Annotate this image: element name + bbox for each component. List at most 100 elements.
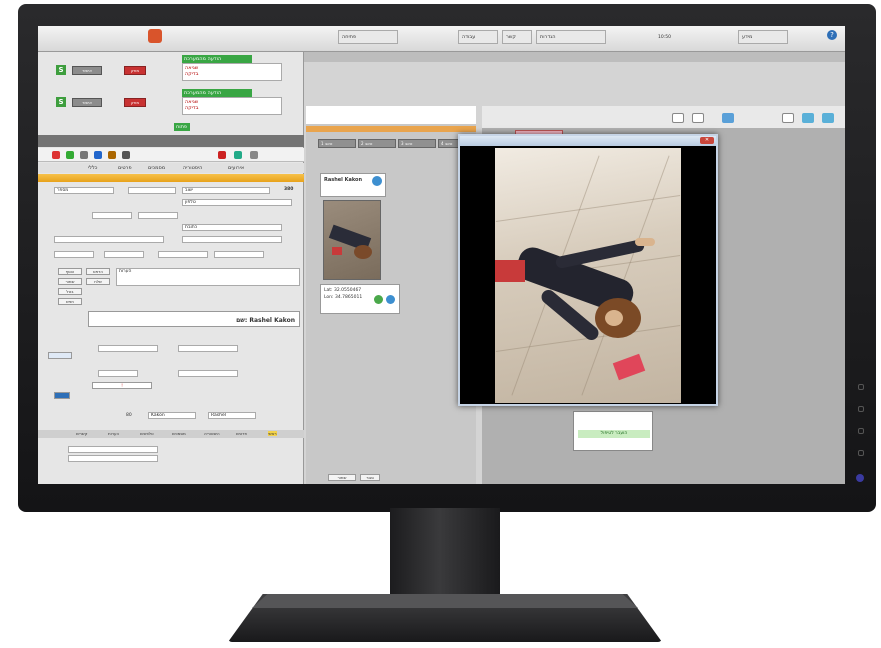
field-lower-4[interactable] [98,370,138,377]
field-lower-3[interactable] [178,370,238,377]
top-tab-2[interactable]: עבודה [458,30,498,44]
app-logo-icon[interactable] [148,29,162,43]
field-street[interactable] [128,187,176,194]
tab-general[interactable]: כללי [88,165,97,171]
folder-icon[interactable] [108,151,116,159]
phone-icon[interactable] [372,176,382,186]
field-row-c[interactable] [158,251,208,258]
tab-details[interactable]: פרטים [118,165,132,171]
monitor-up-button[interactable] [858,406,864,412]
contact-card-name: Rashel Kakon [324,177,363,183]
tab-documents[interactable]: מסמכים [148,165,165,171]
clock-label: 10:50 [658,35,671,40]
action-button-2[interactable]: שמור [58,278,82,285]
action-button-6[interactable]: שלח [86,278,110,285]
map-pin-icon[interactable] [386,295,395,304]
top-tab-5[interactable]: מידע [738,30,788,44]
map-view-icon[interactable] [722,113,734,123]
help-icon[interactable]: ? [827,30,837,40]
bottom-tab-1[interactable]: ראשי [268,431,277,436]
bottom-tab-3[interactable]: היסטוריה [204,431,220,436]
bottom-tab-5[interactable]: טלפונים [140,431,154,436]
field-first-name[interactable]: Rashel [208,412,256,419]
lock-icon[interactable] [250,151,258,159]
middle-tab-1[interactable]: טאב 1 [318,139,356,148]
left-form-panel: הודעה מהמערכת שגיאה בדיקה מחק אישור S הו… [38,52,304,484]
field-small-2[interactable] [138,212,178,219]
notes-field[interactable]: הערות [116,268,300,286]
monitor-input-button[interactable] [858,450,864,456]
bottom-tab-2[interactable]: פרטים [236,431,247,436]
layout-icon[interactable] [672,113,684,123]
alert-link-button[interactable]: ! [92,382,152,389]
monitor-menu-button[interactable] [858,384,864,390]
save-icon[interactable] [94,151,102,159]
alert-1-ok-button[interactable]: אישור [72,66,102,75]
field-row-d[interactable] [214,251,264,258]
field-row-b[interactable] [104,251,144,258]
alert-2-title: הודעה מהמערכת [182,89,252,97]
field-lower-2[interactable] [98,345,158,352]
tab-history[interactable]: היסטוריה [183,165,202,171]
settings-icon[interactable] [122,151,130,159]
alert-1-s-button[interactable]: S [56,65,66,75]
power-button[interactable] [856,474,864,482]
field-address[interactable]: כתובת [182,224,282,231]
field-small-1[interactable] [92,212,132,219]
alert-1-delete-button[interactable]: מחק [124,66,146,75]
history-row-1[interactable] [68,446,158,453]
print-icon[interactable] [80,151,88,159]
column-header-strip [304,52,845,62]
list-icon[interactable] [822,113,834,123]
top-tab-1[interactable]: פתיחה [338,30,398,44]
home-icon[interactable] [782,113,794,123]
field-wide-2[interactable] [182,236,282,243]
close-icon[interactable]: ✕ [700,137,714,144]
history-row-2[interactable] [68,455,158,462]
middle-tab-3[interactable]: טאב 3 [398,139,436,148]
status-green-badge: פתוח [174,123,190,131]
flag-icon[interactable] [52,151,60,159]
action-button-3[interactable]: בטל [58,288,82,295]
stop-icon[interactable] [218,151,226,159]
tab-events[interactable]: אירועים [228,165,244,171]
field-phone[interactable]: טלפון [182,199,292,206]
field-last-name[interactable]: Kakon [148,412,196,419]
back-arrow-icon[interactable] [54,392,70,399]
top-tab-4[interactable]: הגדרות [536,30,606,44]
alert-2-s-button[interactable]: S [56,97,66,107]
alert-2-delete-button[interactable]: מחק [124,98,146,107]
middle-tab-2[interactable]: טאב 2 [358,139,396,148]
action-button-1[interactable]: הוסף [58,268,82,275]
refresh-icon[interactable] [234,151,242,159]
alert-1-line-2: בדיקה [185,71,199,77]
popup-titlebar[interactable]: ✕ [460,136,716,146]
field-lower-1[interactable] [178,345,238,352]
bottom-tab-4[interactable]: מסמכים [172,431,186,436]
grid-icon[interactable] [802,113,814,123]
contact-card[interactable]: Rashel Kakon [320,173,386,197]
action-button-5[interactable]: הדפס [86,268,110,275]
field-number[interactable]: מספר [54,187,114,194]
action-button-4[interactable]: חפש [58,298,82,305]
field-city[interactable]: ישוב [182,187,270,194]
form-tabs-row: כללי פרטים מסמכים היסטוריה אירועים [38,163,304,173]
side-action-button[interactable] [48,352,72,359]
middle-save-button[interactable]: שמור [328,474,356,481]
add-icon[interactable] [66,151,74,159]
age-value: 80 [126,413,132,418]
field-row-a[interactable] [54,251,94,258]
field-wide-1[interactable] [54,236,164,243]
alert-2-ok-button[interactable]: אישור [72,98,102,107]
monitor-down-button[interactable] [858,428,864,434]
status-card: הועבר לטיפול [573,411,653,451]
top-tab-3[interactable]: קשר [502,30,532,44]
bottom-tab-7[interactable]: קשרים [76,431,87,436]
exit-icon[interactable] [692,113,704,123]
bottom-tab-6[interactable]: הערות [108,431,119,436]
icon-toolbar [38,148,304,162]
photo-popup-window: ✕ [458,134,718,406]
photo-thumbnail[interactable] [323,200,381,280]
middle-close-button[interactable]: סגור [360,474,380,481]
search-icon[interactable] [374,295,383,304]
